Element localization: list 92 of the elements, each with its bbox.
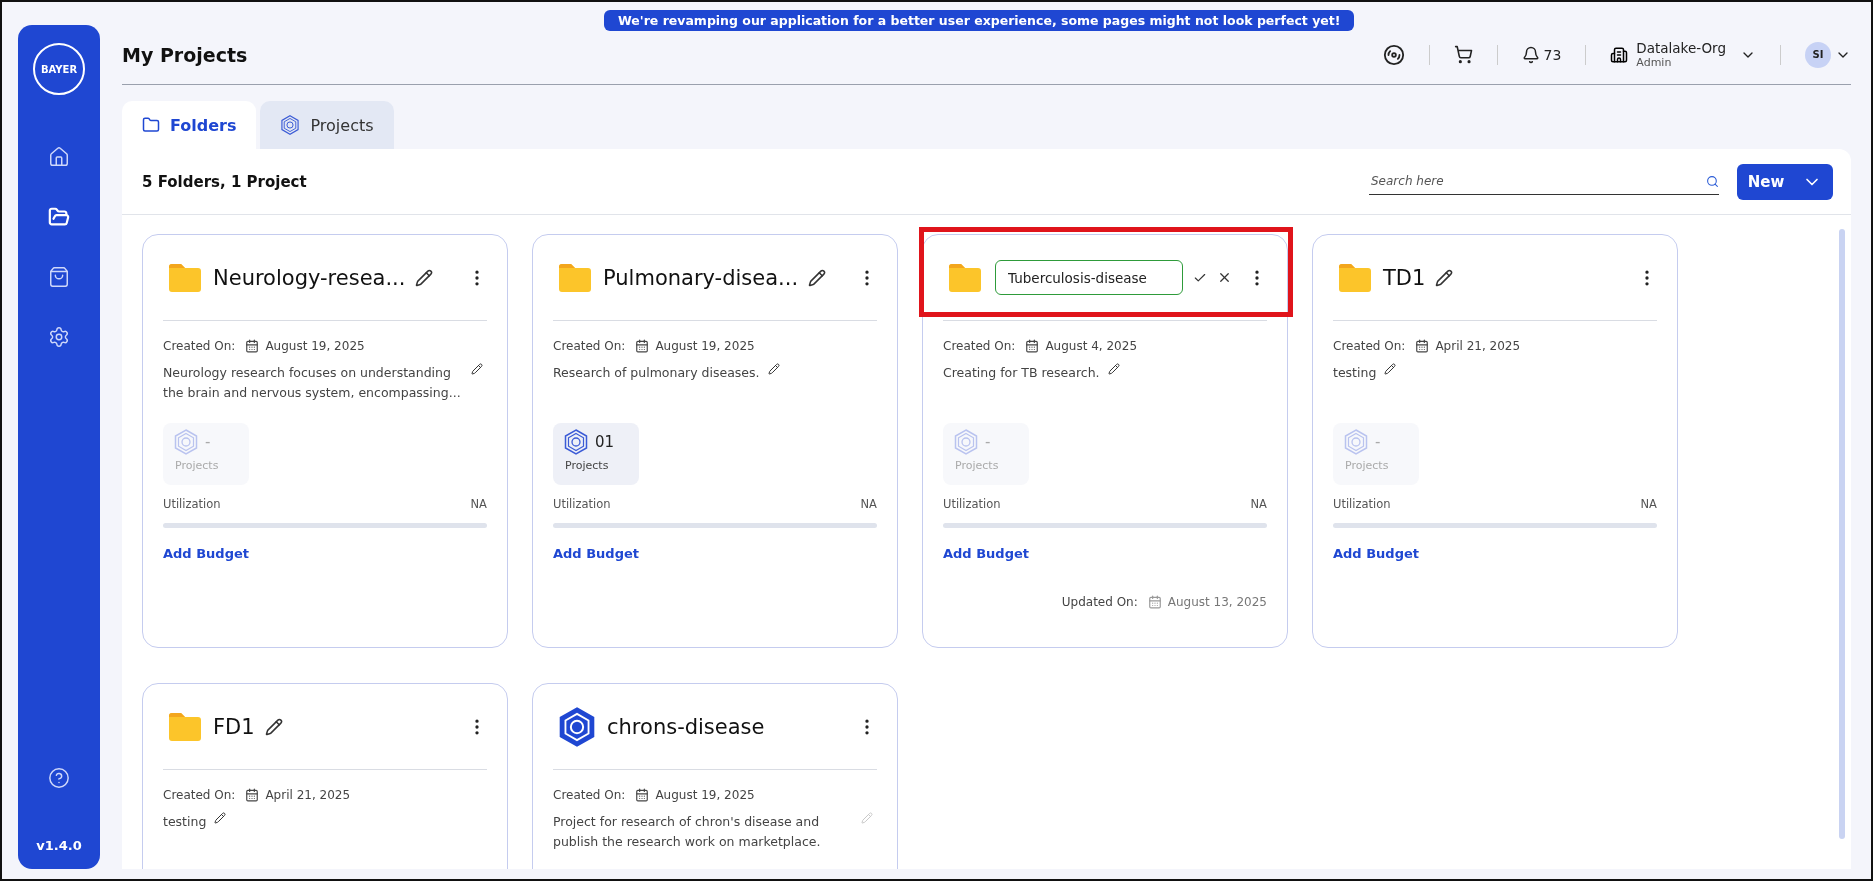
card-title: TD1 (1383, 265, 1426, 290)
pencil-icon[interactable] (808, 268, 827, 287)
created-date: August 19, 2025 (265, 339, 365, 353)
calendar-icon (245, 339, 260, 353)
pencil-icon[interactable] (1107, 363, 1120, 375)
projects-count: 01 (595, 433, 615, 451)
created-label: Created On: (163, 339, 236, 353)
projects-label: Projects (174, 459, 220, 472)
add-budget-link[interactable]: Add Budget (553, 546, 639, 561)
org-name: Datalake-Org (1636, 40, 1726, 56)
search-icon[interactable] (1706, 174, 1719, 188)
utilization-value: NA (860, 497, 877, 511)
close-icon[interactable] (1217, 270, 1232, 285)
hexagon-gear-icon (173, 429, 199, 455)
page-title: My Projects (122, 43, 249, 66)
created-date: August 4, 2025 (1045, 339, 1138, 353)
created-date: April 21, 2025 (1435, 339, 1521, 353)
created-date: August 19, 2025 (655, 788, 755, 802)
projects-count: - (1375, 433, 1381, 451)
org-role: Admin (1636, 56, 1673, 69)
folder-summary: 5 Folders, 1 Project (142, 172, 308, 191)
calendar-icon (635, 788, 650, 802)
add-budget-link[interactable]: Add Budget (163, 546, 249, 561)
projects-label: Projects (954, 459, 1000, 472)
card-title: Pulmonary-disea... (603, 265, 799, 290)
created-date: August 19, 2025 (655, 339, 755, 353)
created-date: April 21, 2025 (265, 788, 351, 802)
pencil-icon[interactable] (1384, 363, 1397, 375)
add-budget-link[interactable]: Add Budget (1333, 546, 1419, 561)
created-label: Created On: (553, 788, 626, 802)
projects-count: - (985, 433, 991, 451)
utilization-label: Utilization (1333, 497, 1391, 511)
projects-count: - (205, 433, 211, 451)
utilization-label: Utilization (943, 497, 1001, 511)
add-budget-link[interactable]: Add Budget (943, 546, 1029, 561)
pencil-icon[interactable] (471, 363, 483, 375)
search-field[interactable]: Search here (1369, 168, 1719, 195)
folder-icon (947, 262, 983, 293)
new-button[interactable]: New (1737, 163, 1833, 200)
calendar-icon (1415, 339, 1430, 353)
utilization-value: NA (1640, 497, 1657, 511)
pencil-icon[interactable] (767, 363, 780, 375)
logo-text: BAYER (40, 63, 78, 75)
disc-icon[interactable] (1382, 43, 1405, 66)
created-label: Created On: (163, 788, 236, 802)
card-description: testing (1333, 364, 1377, 382)
pencil-icon[interactable] (1435, 268, 1454, 287)
card-description: Neurology research focuses on understanding the brain and nervous system, encompassing... (163, 364, 462, 402)
folder-icon (167, 262, 203, 293)
notice-banner: We're revamping our application for a better user experience, some pages might not look perfect yet! (604, 10, 1355, 31)
projects-label: Projects (564, 459, 610, 472)
calendar-icon (1025, 339, 1040, 353)
card-title: Neurology-resea... (213, 265, 406, 290)
card-title: chrons-disease (607, 714, 765, 739)
card-description: Research of pulmonary diseases. (553, 364, 760, 382)
pencil-icon[interactable] (264, 717, 283, 736)
pencil-icon[interactable] (415, 268, 434, 287)
cart-icon[interactable] (1453, 45, 1473, 64)
utilization-label: Utilization (553, 497, 611, 511)
avatar: SI (1805, 41, 1831, 68)
card-description: Project for research of chron's disease and publish the research work on marketplace. (553, 813, 822, 851)
utilization-value: NA (470, 497, 487, 511)
calendar-icon (635, 339, 650, 353)
created-label: Created On: (1333, 339, 1406, 353)
created-label: Created On: (553, 339, 626, 353)
hexagon-gear-icon (280, 115, 301, 135)
tab[interactable]: Folders (122, 101, 257, 149)
calendar-icon (245, 788, 260, 802)
hexagon-gear-icon (563, 429, 589, 455)
notifications-button[interactable]: 73 (1521, 45, 1562, 64)
updated-date: August 13, 2025 (1167, 595, 1267, 609)
utilization-value: NA (1250, 497, 1267, 511)
projects-label: Projects (1344, 459, 1390, 472)
version-label: v1.4.0 (36, 838, 82, 853)
tab[interactable]: Projects (260, 101, 394, 149)
name-input[interactable]: Tuberculosis-disease (995, 260, 1183, 295)
folder-icon (557, 262, 593, 293)
created-label: Created On: (943, 339, 1016, 353)
hexagon-gear-icon (953, 429, 979, 455)
utilization-label: Utilization (163, 497, 221, 511)
card-description: Creating for TB research. (943, 364, 1100, 382)
card-title: FD1 (213, 714, 255, 739)
hexagon-gear-icon (1343, 429, 1369, 455)
updated-label: Updated On: (1061, 595, 1138, 609)
folder-icon (1337, 262, 1373, 293)
card-description: testing (163, 813, 207, 831)
pencil-icon[interactable] (214, 812, 227, 824)
folder-icon (142, 116, 160, 134)
building-icon (1610, 45, 1629, 64)
hexagon-gear-icon (557, 706, 597, 747)
calendar-icon (1147, 595, 1162, 609)
folder-icon (167, 711, 203, 742)
